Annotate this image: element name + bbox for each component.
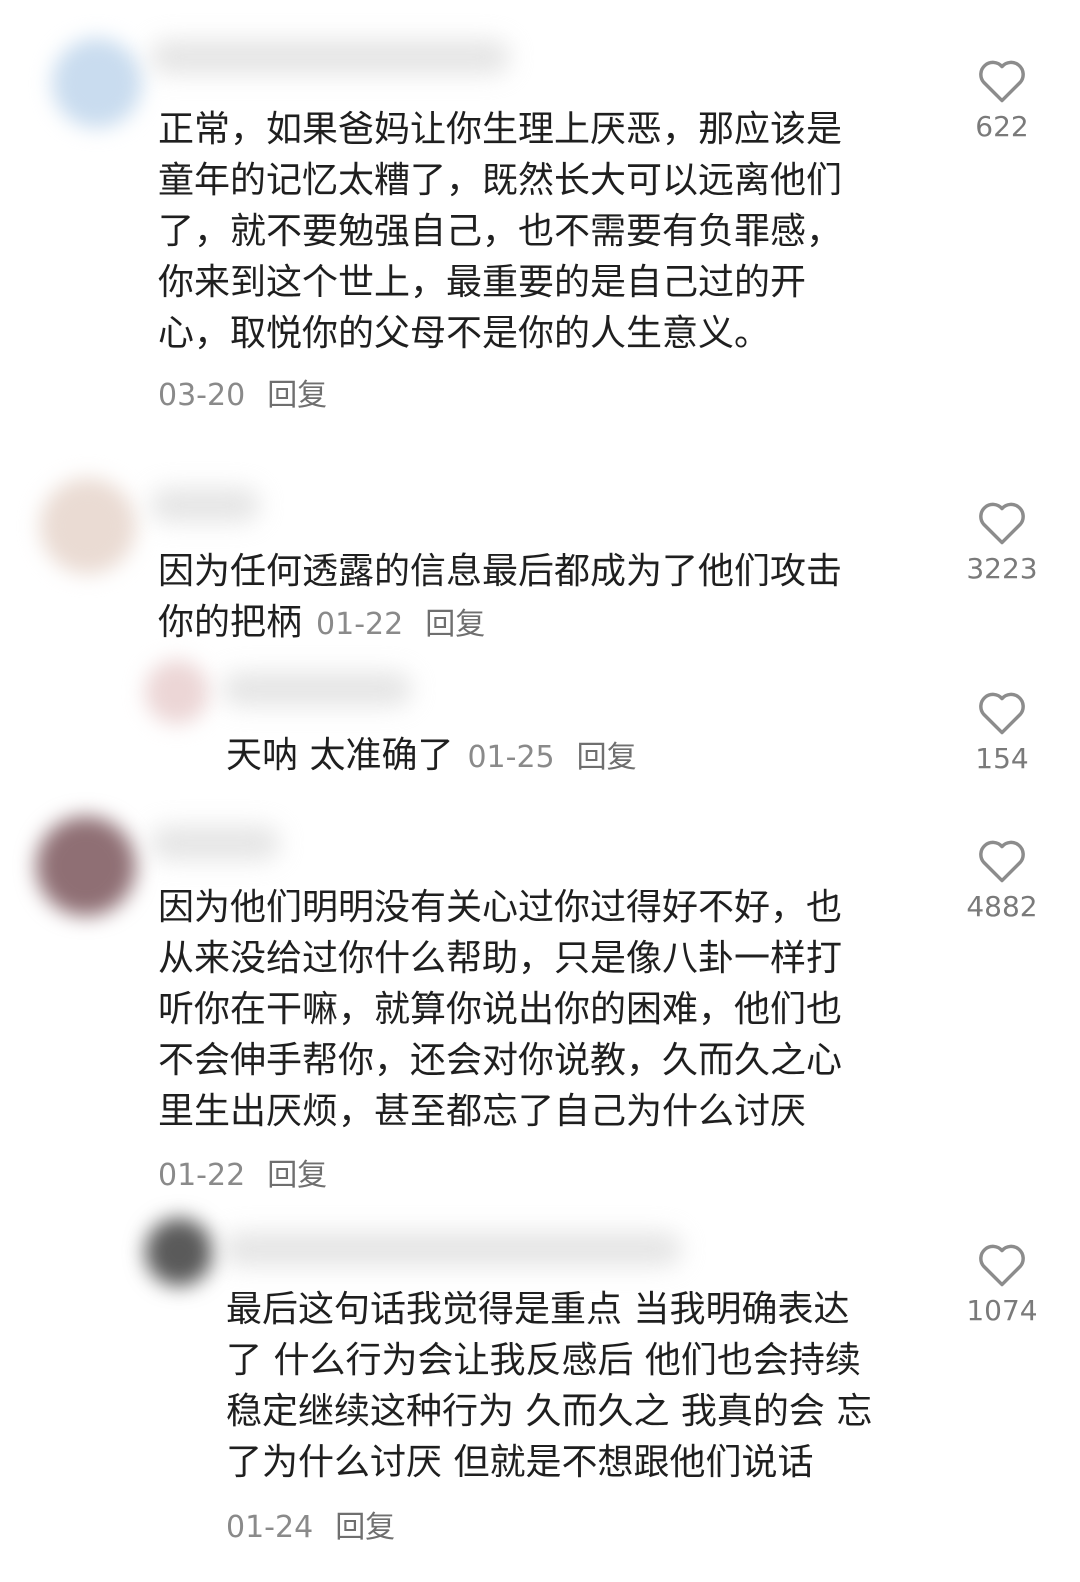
like-count: 154: [975, 742, 1029, 775]
username-blurred[interactable]: [150, 488, 260, 522]
comment-text: 因为他们明明没有关心过你过得好不好，也 从来没给过你什么帮助，只是像八卦一样打 …: [158, 887, 843, 1132]
like-count: 1074: [966, 1294, 1038, 1327]
comment-meta: 01-24 回复: [226, 1502, 395, 1546]
username-blurred[interactable]: [222, 672, 412, 706]
comment-body: 天呐 太准确了: [226, 735, 454, 776]
reply-button[interactable]: 回复: [335, 1510, 395, 1545]
comment-date: 01-24: [226, 1510, 314, 1545]
heart-outline-icon: [979, 840, 1025, 883]
like-count: 4882: [966, 890, 1038, 923]
reply-button[interactable]: 回复: [577, 740, 637, 775]
comment-text: 因为任何透露的信息最后都成为了他们攻击 你的把柄 01-22 回复: [158, 546, 948, 650]
username-blurred[interactable]: [150, 826, 280, 860]
heart-outline-icon: [979, 60, 1025, 103]
avatar[interactable]: [145, 660, 209, 724]
comment-meta: 01-22 回复: [158, 1150, 327, 1194]
like-button[interactable]: 154: [962, 688, 1042, 775]
comment-date: 01-22: [158, 1158, 246, 1193]
like-button[interactable]: 1074: [962, 1240, 1042, 1327]
avatar[interactable]: [145, 1218, 213, 1286]
comment-text: 正常，如果爸妈让你生理上厌恶，那应该是 童年的记忆太糟了，既然长大可以远离他们 …: [158, 109, 843, 354]
comment-date: 03-20: [158, 378, 246, 413]
like-button[interactable]: 622: [962, 56, 1042, 143]
like-button[interactable]: 3223: [962, 498, 1042, 585]
comment-date: 01-22: [316, 607, 404, 642]
comment-meta: 01-25 回复: [467, 740, 636, 775]
heart-outline-icon: [979, 1244, 1025, 1287]
reply-button[interactable]: 回复: [425, 607, 485, 642]
username-blurred[interactable]: [222, 1232, 682, 1266]
avatar[interactable]: [36, 816, 136, 916]
comment-meta: 03-20 回复: [158, 370, 327, 414]
comment-item: 正常，如果爸妈让你生理上厌恶，那应该是 童年的记忆太糟了，既然长大可以远离他们 …: [0, 0, 1080, 440]
reply-button[interactable]: 回复: [267, 378, 327, 413]
avatar[interactable]: [40, 478, 136, 574]
heart-outline-icon: [979, 502, 1025, 545]
like-button[interactable]: 4882: [962, 836, 1042, 923]
heart-outline-icon: [979, 692, 1025, 735]
avatar[interactable]: [52, 38, 142, 128]
username-blurred[interactable]: [150, 40, 510, 74]
like-count: 622: [975, 110, 1029, 143]
like-count: 3223: [966, 552, 1038, 585]
comment-meta: 01-22 回复: [316, 607, 485, 642]
reply-button[interactable]: 回复: [267, 1158, 327, 1193]
comment-date: 01-25: [467, 740, 555, 775]
comment-body: 因为任何透露的信息最后都成为了他们攻击 你的把柄: [158, 551, 843, 643]
comment-text: 最后这句话我觉得是重点 当我明确表达 了 什么行为会让我反感后 他们也会持续 稳…: [226, 1289, 873, 1483]
comment-text: 天呐 太准确了 01-25 回复: [226, 730, 946, 783]
